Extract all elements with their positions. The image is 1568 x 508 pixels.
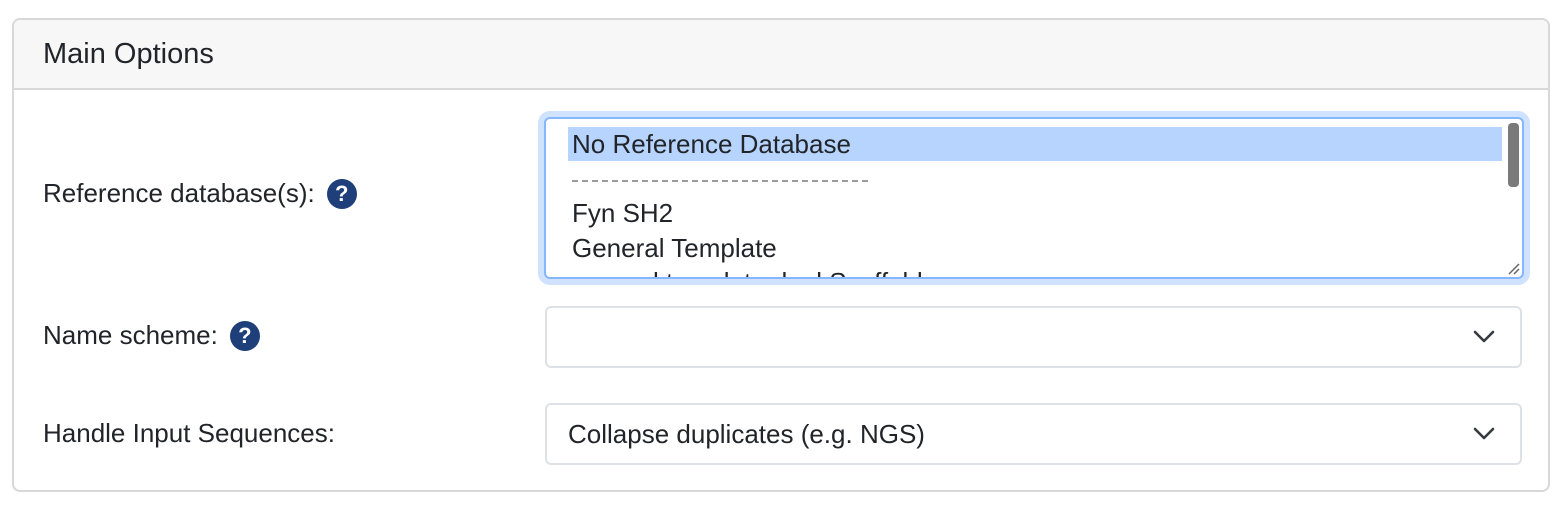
option-fyn-sh2[interactable]: Fyn SH2 — [568, 196, 1502, 230]
handle-input-row-label: Handle Input Sequences: — [43, 418, 335, 449]
handle-input-select[interactable]: Collapse duplicates (e.g. NGS) — [545, 403, 1522, 465]
help-icon[interactable]: ? — [229, 320, 260, 351]
main-options-panel: Main Options Reference database(s): ? No… — [12, 18, 1550, 492]
name-scheme-select[interactable] — [545, 306, 1522, 368]
listbox-scrollbar[interactable] — [1508, 123, 1519, 187]
reference-database-select[interactable]: No Reference Database Fyn SH2 General Te… — [544, 117, 1524, 279]
name-scheme-label: Name scheme: — [43, 320, 218, 350]
option-separator — [572, 180, 868, 182]
handle-input-label: Handle Input Sequences: — [43, 418, 335, 448]
reference-database-row-label: Reference database(s): ? — [43, 178, 357, 209]
option-no-reference-database[interactable]: No Reference Database — [568, 127, 1502, 161]
panel-header: Main Options — [14, 20, 1548, 90]
option-general-template[interactable]: General Template — [568, 231, 1502, 265]
chevron-down-icon — [1473, 330, 1495, 343]
chevron-down-icon — [1473, 427, 1495, 440]
reference-database-label: Reference database(s): — [43, 178, 315, 208]
help-icon[interactable]: ? — [326, 178, 357, 209]
name-scheme-row-label: Name scheme: ? — [43, 320, 260, 351]
option-general-template-dual-scaffold[interactable]: general template dual Scaffold — [568, 265, 1502, 277]
handle-input-value: Collapse duplicates (e.g. NGS) — [568, 418, 925, 449]
resize-handle-icon[interactable] — [1506, 261, 1520, 275]
panel-title: Main Options — [43, 37, 214, 70]
